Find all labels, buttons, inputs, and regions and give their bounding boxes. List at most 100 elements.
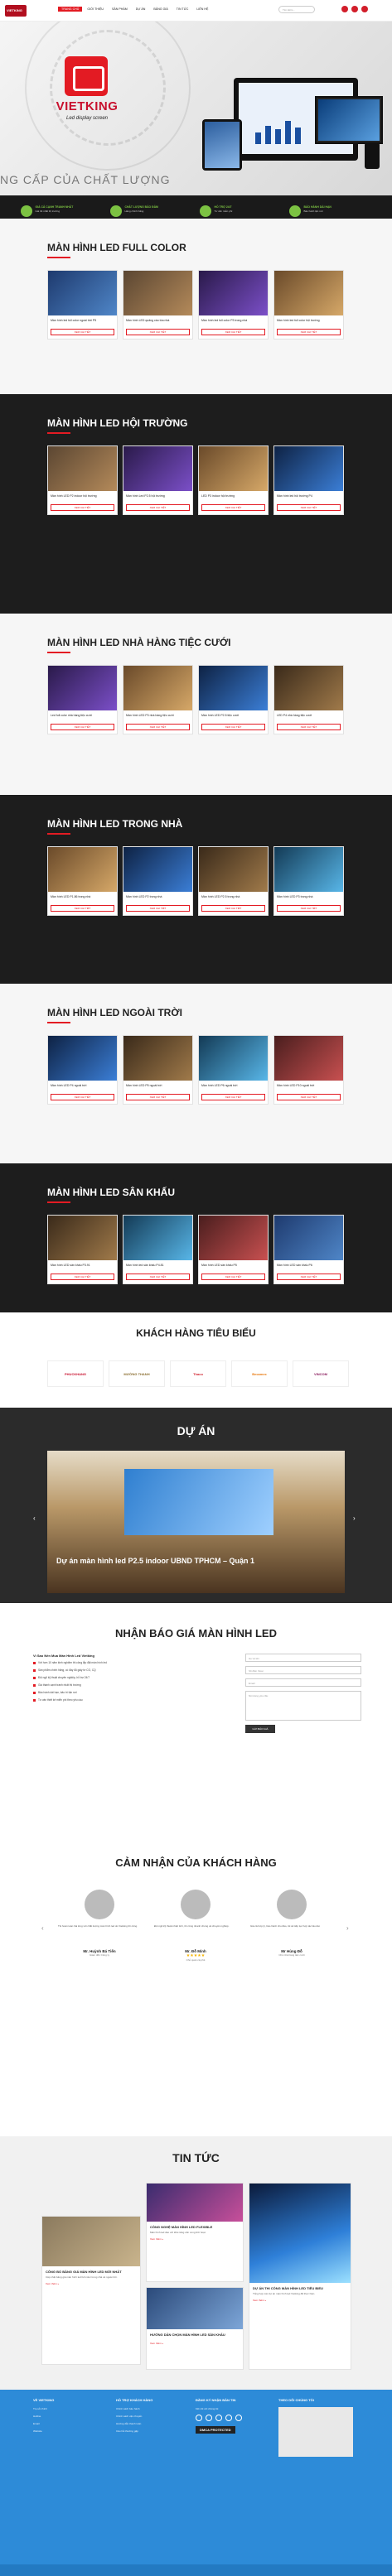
- facebook-icon[interactable]: [196, 2415, 202, 2421]
- product-title[interactable]: Màn hình led hội trường P4: [274, 491, 343, 503]
- product-image[interactable]: [199, 446, 268, 491]
- read-more-link[interactable]: Xem thêm »: [147, 2338, 243, 2348]
- product-card[interactable]: Màn hình Led P2.5 hội trường XEM CHI TIẾT: [123, 445, 193, 515]
- chevron-left-icon[interactable]: ‹: [41, 1925, 48, 1932]
- product-title[interactable]: Màn hình LED P2 trong nhà: [123, 892, 192, 903]
- product-card[interactable]: Màn hình LED sân khấu P6 XEM CHI TIẾT: [273, 1215, 344, 1284]
- news-card[interactable]: DỰ ÁN THI CÔNG MÀN HÌNH LED TIÊU BIỂU Tổ…: [249, 2183, 351, 2370]
- view-detail-button[interactable]: XEM CHI TIẾT: [51, 1274, 114, 1280]
- product-title[interactable]: Màn hình LED sân khấu P6: [274, 1260, 343, 1272]
- product-image[interactable]: [48, 1036, 117, 1081]
- product-title[interactable]: Led full color nhà hàng tiệc cưới: [48, 710, 117, 722]
- view-detail-button[interactable]: XEM CHI TIẾT: [201, 1094, 265, 1100]
- product-image[interactable]: [274, 271, 343, 315]
- view-detail-button[interactable]: XEM CHI TIẾT: [201, 1274, 265, 1280]
- product-card[interactable]: Màn hình LED quảng cáo tòa nhà XEM CHI TI…: [123, 270, 193, 339]
- footer-link[interactable]: Câu hỏi thường gặp: [116, 2429, 199, 2433]
- search-input[interactable]: Tìm kiếm...: [278, 6, 315, 13]
- product-image[interactable]: [48, 446, 117, 491]
- product-title[interactable]: Màn hình LED P1.86 trong nhà: [48, 892, 117, 903]
- news-card[interactable]: CÔNG NGHỆ MÀN HÌNH LED FLEXIBLE Màn hình…: [146, 2183, 244, 2282]
- product-card[interactable]: Màn hình LED P6 ngoài trời XEM CHI TIẾT: [198, 1035, 269, 1105]
- product-card[interactable]: Màn hình LED P3 trong nhà XEM CHI TIẾT: [273, 846, 344, 916]
- nav-item-pricing[interactable]: BẢNG GIÁ: [150, 7, 171, 12]
- product-card[interactable]: Màn hình led full color hội trường XEM CH…: [273, 270, 344, 339]
- footer-link[interactable]: Website: [33, 2429, 116, 2433]
- footer-link[interactable]: Email: [33, 2422, 116, 2425]
- product-image[interactable]: [123, 666, 192, 710]
- view-detail-button[interactable]: XEM CHI TIẾT: [126, 329, 190, 335]
- product-title[interactable]: Màn hình led full color P3 trong nhà: [199, 315, 268, 327]
- product-card[interactable]: Màn hình LED P5 ngoài trời XEM CHI TIẾT: [123, 1035, 193, 1105]
- footer-link[interactable]: Hotline: [33, 2415, 116, 2418]
- product-card[interactable]: Màn hình led hội trường P4 XEM CHI TIẾT: [273, 445, 344, 515]
- chevron-right-icon[interactable]: ›: [353, 1515, 360, 1522]
- view-detail-button[interactable]: XEM CHI TIẾT: [277, 724, 341, 730]
- product-title[interactable]: Màn hình LED P2.5 trong nhà: [199, 892, 268, 903]
- read-more-link[interactable]: Xem thêm »: [42, 2279, 140, 2289]
- view-detail-button[interactable]: XEM CHI TIẾT: [277, 329, 341, 335]
- product-image[interactable]: [123, 1216, 192, 1260]
- product-title[interactable]: Màn hình LED P4 ngoài trời: [48, 1081, 117, 1092]
- product-image[interactable]: [274, 666, 343, 710]
- product-title[interactable]: Màn hình LED P6 ngoài trời: [199, 1081, 268, 1092]
- view-detail-button[interactable]: XEM CHI TIẾT: [277, 504, 341, 511]
- footer-link[interactable]: Chính sách bảo hành: [116, 2407, 199, 2410]
- product-card[interactable]: Màn hình led full color P3 trong nhà XEM …: [198, 270, 269, 339]
- nav-item-contact[interactable]: LIÊN HỆ: [193, 7, 211, 12]
- youtube-icon[interactable]: [215, 2415, 222, 2421]
- project-caption[interactable]: Dự án màn hình led P2.5 indoor UBND TPHC…: [56, 1557, 338, 1566]
- dmca-badge[interactable]: DMCA PROTECTED: [196, 2426, 235, 2434]
- product-image[interactable]: [274, 446, 343, 491]
- site-logo[interactable]: VIETKING: [5, 5, 27, 17]
- email-field[interactable]: Email: [245, 1678, 361, 1687]
- product-card[interactable]: Màn hình LED P2.5 tiệc cưới XEM CHI TIẾT: [198, 665, 269, 734]
- view-detail-button[interactable]: XEM CHI TIẾT: [51, 724, 114, 730]
- product-card[interactable]: Màn hình LED P2.5 trong nhà XEM CHI TIẾT: [198, 846, 269, 916]
- product-image[interactable]: [274, 1036, 343, 1081]
- fanpage-widget[interactable]: [278, 2407, 353, 2457]
- product-title[interactable]: Màn hình LED P3 nhà hàng tiệc cưới: [123, 710, 192, 722]
- product-image[interactable]: [123, 446, 192, 491]
- view-detail-button[interactable]: XEM CHI TIẾT: [51, 1094, 114, 1100]
- product-image[interactable]: [199, 847, 268, 892]
- facebook-icon[interactable]: [341, 6, 348, 12]
- product-title[interactable]: Màn hình LED sân khấu P5: [199, 1260, 268, 1272]
- client-logo[interactable]: Thaco: [170, 1360, 226, 1387]
- view-detail-button[interactable]: XEM CHI TIẾT: [51, 905, 114, 912]
- product-card[interactable]: Màn hình LED sân khấu P3.91 XEM CHI TIẾT: [47, 1215, 118, 1284]
- nav-item-home[interactable]: TRANG CHỦ: [58, 7, 83, 12]
- product-image[interactable]: [199, 1216, 268, 1260]
- client-logo[interactable]: PHUCKHANG: [47, 1360, 104, 1387]
- view-detail-button[interactable]: XEM CHI TIẾT: [126, 905, 190, 912]
- product-card[interactable]: Màn hình LED P3 nhà hàng tiệc cưới XEM CH…: [123, 665, 193, 734]
- footer-link[interactable]: Chính sách vận chuyển: [116, 2415, 199, 2418]
- message-field[interactable]: Nội dung yêu cầu: [245, 1691, 361, 1721]
- chevron-left-icon[interactable]: ‹: [33, 1515, 40, 1522]
- product-card[interactable]: Màn hình LED P2 indoor hội trường XEM CHI…: [47, 445, 118, 515]
- read-more-link[interactable]: Xem thêm »: [249, 2295, 351, 2305]
- news-card[interactable]: HƯỚNG DẪN CHỌN MÀN HÌNH LED SÂN KHẤU Xem…: [146, 2287, 244, 2370]
- nav-item-news[interactable]: TIN TỨC: [173, 7, 192, 12]
- product-card[interactable]: Màn hình LED P2 trong nhà XEM CHI TIẾT: [123, 846, 193, 916]
- chevron-right-icon[interactable]: ›: [346, 1925, 353, 1932]
- product-card[interactable]: Màn hình led sân khấu P4.81 XEM CHI TIẾT: [123, 1215, 193, 1284]
- view-detail-button[interactable]: XEM CHI TIẾT: [126, 1094, 190, 1100]
- product-title[interactable]: Màn hình LED P2.5 tiệc cưới: [199, 710, 268, 722]
- product-title[interactable]: Màn hình LED P3 trong nhà: [274, 892, 343, 903]
- product-card[interactable]: Màn hình led full color ngoài trời P5 XEM…: [47, 270, 118, 339]
- zalo-icon[interactable]: [361, 6, 368, 12]
- phone-field[interactable]: Số điện thoại: [245, 1666, 361, 1674]
- product-title[interactable]: Màn hình LED P10 ngoài trời: [274, 1081, 343, 1092]
- product-title[interactable]: Màn hình led full color hội trường: [274, 315, 343, 327]
- view-detail-button[interactable]: XEM CHI TIẾT: [201, 724, 265, 730]
- view-detail-button[interactable]: XEM CHI TIẾT: [201, 504, 265, 511]
- product-image[interactable]: [48, 847, 117, 892]
- footer-link[interactable]: Hướng dẫn thanh toán: [116, 2422, 199, 2425]
- linkedin-icon[interactable]: [235, 2415, 242, 2421]
- view-detail-button[interactable]: XEM CHI TIẾT: [126, 724, 190, 730]
- product-image[interactable]: [123, 847, 192, 892]
- footer-link[interactable]: Trụ sở chính: [33, 2407, 116, 2410]
- product-card[interactable]: Màn hình LED P1.86 trong nhà XEM CHI TIẾT: [47, 846, 118, 916]
- view-detail-button[interactable]: XEM CHI TIẾT: [201, 329, 265, 335]
